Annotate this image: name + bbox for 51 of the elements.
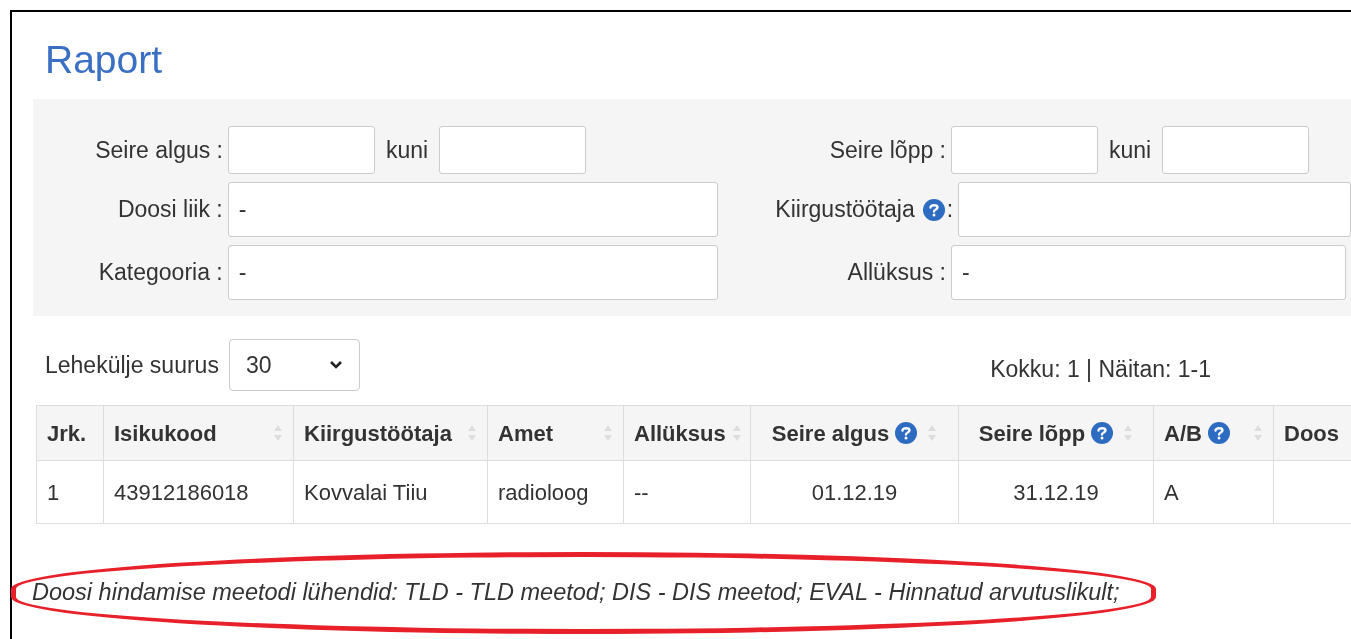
page-title: Raport (45, 40, 164, 83)
column-header[interactable]: Allüksus (623, 405, 751, 461)
column-header[interactable]: Kiirgustöötaja (293, 405, 488, 461)
result-summary: Kokku: 1 | Näitan: 1-1 (990, 354, 1211, 384)
filter-label: Kategooria : (98, 258, 223, 288)
column-header: Doos (1273, 405, 1351, 461)
help-icon[interactable] (1207, 422, 1230, 444)
footnote: Doosi hindamise meetodi lühendid: TLD - TLD meetod; DIS - DIS meetod; EVAL - Hinnatud arvutuslikult; (32, 578, 1120, 608)
filter-label: kuni (386, 135, 429, 165)
select-field[interactable]: - (227, 245, 718, 300)
date-field[interactable] (1162, 126, 1310, 174)
sort-icon[interactable] (1253, 424, 1263, 442)
table-cell: 43912186018 (114, 479, 249, 505)
column-header[interactable]: A/B (1153, 405, 1274, 461)
sort-icon[interactable] (927, 424, 938, 442)
input-field[interactable] (958, 182, 1351, 237)
filter-label: : (946, 195, 954, 225)
column-header[interactable]: Seire algus (750, 405, 959, 461)
table-cell: Kovvalai Tiiu (304, 479, 428, 505)
sort-icon[interactable] (731, 424, 742, 442)
column-header: Jrk. (36, 405, 104, 461)
table-cell: 01.12.19 (811, 479, 898, 505)
filter-label: Allüksus : (847, 258, 946, 288)
chevron-icon (328, 360, 343, 370)
date-field[interactable] (228, 126, 375, 174)
filter-label: kuni (1109, 135, 1152, 165)
sort-icon[interactable] (273, 424, 283, 442)
filter-label: Kiirgustöötaja (775, 195, 915, 225)
column-header[interactable]: Amet (487, 405, 624, 461)
table-cell: radioloog (498, 479, 589, 505)
sort-icon[interactable] (603, 424, 613, 442)
table-cell: 31.12.19 (1013, 479, 1099, 505)
select-field[interactable]: - (227, 182, 718, 237)
table-cell: 1 (47, 479, 60, 505)
help-icon[interactable] (895, 422, 918, 444)
page-size-select[interactable]: 30 (228, 339, 360, 391)
date-field[interactable] (951, 126, 1098, 174)
sort-icon[interactable] (1123, 424, 1134, 442)
column-header[interactable]: Seire lõpp (958, 405, 1154, 461)
help-icon[interactable] (1091, 422, 1114, 444)
date-field[interactable] (439, 126, 587, 174)
column-header[interactable]: Isikukood (103, 405, 294, 461)
select-field[interactable]: - (951, 245, 1346, 300)
filter-label: Seire algus : (95, 135, 223, 165)
filter-label: Seire lõpp : (829, 135, 946, 165)
help-icon[interactable] (922, 198, 945, 221)
sort-icon[interactable] (467, 424, 477, 442)
table-cell: A (1164, 479, 1179, 505)
page-size-label: Lehekülje suurus (45, 350, 219, 380)
table-cell: -- (634, 479, 649, 505)
filter-label: Doosi liik : (117, 195, 223, 225)
